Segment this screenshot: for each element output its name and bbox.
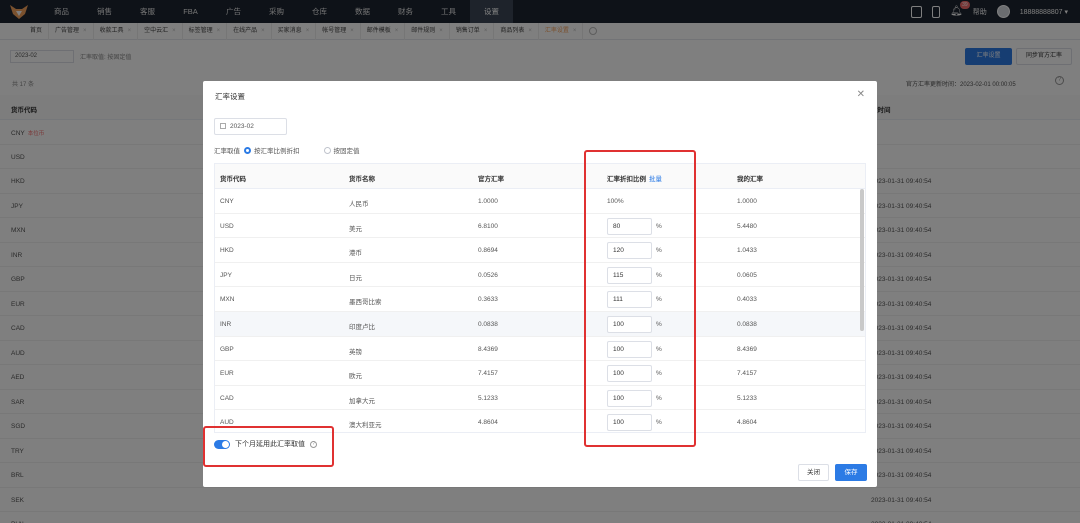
dialog-title: 汇率设置: [215, 92, 245, 101]
rate-table: 货币代码 货币名称 官方汇率 汇率折扣比例 批量 我的汇率 CNY 人民币 1.000…: [214, 163, 866, 433]
currency-name: 美元: [349, 225, 362, 233]
discount-ratio-input[interactable]: 100: [607, 315, 652, 333]
my-rate: 8.4369: [737, 345, 757, 353]
currency-name: 人民币: [349, 201, 369, 208]
percent-sign: %: [656, 320, 662, 328]
currency-name: 加拿大元: [349, 397, 375, 405]
currency-code: USD: [220, 222, 234, 230]
my-rate: 0.0605: [737, 271, 757, 279]
currency-code: INR: [220, 320, 232, 328]
percent-sign: %: [656, 247, 662, 255]
currency-name: 日元: [349, 274, 362, 282]
my-rate: 0.0838: [737, 320, 757, 328]
percent-sign: %: [656, 370, 662, 378]
radio-label: 按汇率比例折扣: [254, 148, 300, 155]
rate-table-header: 货币代码 货币名称 官方汇率 汇率折扣比例 批量 我的汇率: [215, 164, 865, 189]
table-row: CAD 加拿大元 5.1233 100% 5.1233: [215, 386, 865, 411]
discount-ratio-input[interactable]: 80: [607, 217, 652, 235]
currency-code: AUD: [220, 419, 234, 427]
currency-code: CAD: [220, 394, 234, 402]
header-currency-name: 货币名称: [349, 176, 375, 183]
currency-name: 墨西哥比索: [349, 299, 382, 307]
official-rate: 0.0838: [478, 320, 498, 328]
radio-discount-ratio[interactable]: 按汇率比例折扣: [244, 145, 300, 155]
radio-label: 按固定值: [333, 148, 360, 155]
official-rate: 7.4157: [478, 370, 498, 378]
carry-over-setting: 下个月延用此汇率取值 ?: [214, 439, 317, 449]
official-rate: 1.0000: [478, 198, 498, 205]
discount-ratio: 100%: [607, 198, 624, 205]
discount-ratio-input[interactable]: 111: [607, 291, 652, 309]
carry-over-label: 下个月延用此汇率取值: [235, 441, 305, 448]
currency-code: CNY: [220, 198, 234, 205]
currency-name: 印度卢比: [349, 323, 375, 331]
currency-name: 澳大利亚元: [349, 422, 382, 430]
table-row: JPY 日元 0.0526 115% 0.0605: [215, 263, 865, 288]
save-button[interactable]: 保存: [835, 464, 867, 481]
official-rate: 0.3633: [478, 296, 498, 304]
ratio-header-text: 汇率折扣比例: [607, 176, 646, 183]
discount-ratio-input[interactable]: 115: [607, 266, 652, 284]
official-rate: 5.1233: [478, 394, 498, 402]
radio-dot: [323, 146, 331, 154]
percent-sign: %: [656, 222, 662, 230]
table-row: USD 美元 6.8100 80% 5.4480: [215, 214, 865, 239]
my-rate: 7.4157: [737, 370, 757, 378]
my-rate: 4.8604: [737, 419, 757, 427]
discount-ratio-input[interactable]: 120: [607, 242, 652, 260]
date-value: 2023-02: [230, 123, 254, 130]
close-icon[interactable]: ✕: [857, 89, 865, 100]
currency-code: JPY: [220, 271, 232, 279]
radio-dot: [244, 146, 251, 154]
official-rate: 6.8100: [478, 222, 498, 230]
table-row: GBP 英镑 8.4369 100% 8.4369: [215, 337, 865, 362]
percent-sign: %: [656, 345, 662, 353]
batch-link[interactable]: 批量: [649, 176, 662, 183]
table-row: EUR 欧元 7.4157 100% 7.4157: [215, 361, 865, 386]
discount-ratio-input[interactable]: 100: [607, 340, 652, 358]
currency-code: EUR: [220, 370, 234, 378]
rate-mode-group: 汇率取值 按汇率比例折扣 按固定值: [214, 145, 380, 155]
percent-sign: %: [656, 296, 662, 304]
official-rate: 0.8694: [478, 247, 498, 255]
table-row: MXN 墨西哥比索 0.3633 111% 0.4033: [215, 287, 865, 312]
dialog-date-picker[interactable]: 2023-02: [214, 118, 287, 135]
official-rate: 0.0526: [478, 271, 498, 279]
percent-sign: %: [656, 394, 662, 402]
header-discount-ratio: 汇率折扣比例 批量: [607, 173, 662, 183]
rate-mode-label: 汇率取值: [214, 148, 240, 155]
table-row: INR 印度卢比 0.0838 100% 0.0838: [215, 311, 865, 337]
discount-ratio-input[interactable]: 100: [607, 389, 652, 407]
my-rate: 0.4033: [737, 296, 757, 304]
currency-code: MXN: [220, 296, 235, 304]
my-rate: 1.0000: [737, 198, 757, 205]
currency-name: 欧元: [349, 373, 362, 381]
header-currency-code: 货币代码: [220, 176, 246, 183]
percent-sign: %: [656, 271, 662, 279]
percent-sign: %: [656, 419, 662, 427]
header-my-rate: 我的汇率: [737, 176, 763, 183]
my-rate: 5.4480: [737, 222, 757, 230]
currency-name: 英镑: [349, 348, 362, 356]
official-rate: 4.8604: [478, 419, 498, 427]
my-rate: 5.1233: [737, 394, 757, 402]
currency-code: HKD: [220, 247, 234, 255]
carry-over-toggle[interactable]: [214, 439, 230, 449]
currency-code: GBP: [220, 345, 234, 353]
exchange-rate-dialog: 汇率设置 ✕ 2023-02 汇率取值 按汇率比例折扣 按固定值 货币代码 货币…: [203, 81, 877, 487]
discount-ratio-input[interactable]: 100: [607, 414, 652, 432]
table-scrollbar[interactable]: [860, 189, 864, 331]
question-icon[interactable]: ?: [310, 440, 317, 448]
calendar-icon: [220, 123, 226, 129]
discount-ratio-input[interactable]: 100: [607, 365, 652, 383]
header-official-rate: 官方汇率: [478, 176, 504, 183]
table-row: CNY 人民币 1.0000 100% 1.0000: [215, 189, 865, 214]
official-rate: 8.4369: [478, 345, 498, 353]
close-button[interactable]: 关闭: [798, 464, 829, 481]
radio-fixed-value[interactable]: 按固定值: [323, 145, 360, 155]
currency-name: 港币: [349, 250, 362, 258]
my-rate: 1.0433: [737, 247, 757, 255]
table-row: AUD 澳大利亚元 4.8604 100% 4.8604: [215, 410, 865, 432]
table-row: HKD 港币 0.8694 120% 1.0433: [215, 238, 865, 263]
